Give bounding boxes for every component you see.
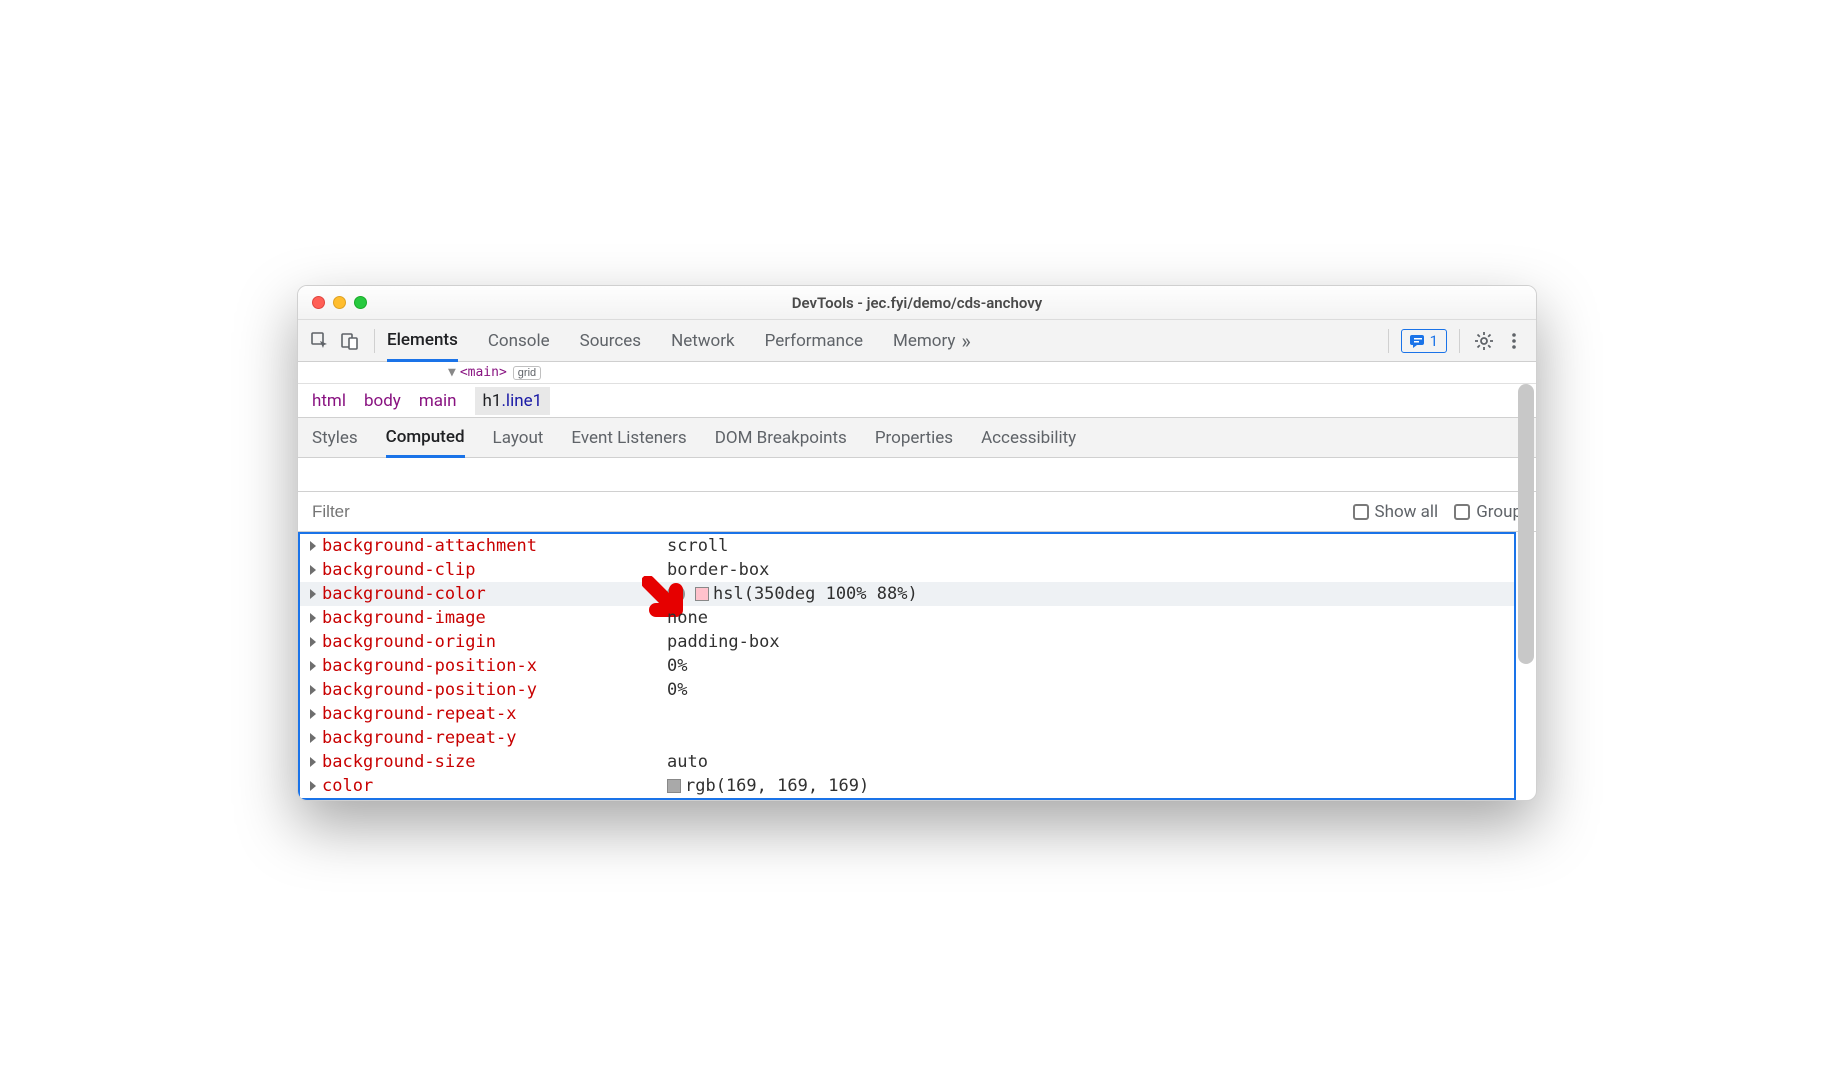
more-tabs-icon[interactable]: » (961, 320, 970, 361)
property-value: 0% (667, 656, 687, 676)
titlebar: DevTools - jec.fyi/demo/cds-anchovy (298, 286, 1536, 320)
kebab-icon[interactable] (1502, 329, 1526, 353)
property-name: background-repeat-x (322, 704, 667, 724)
computed-property-row[interactable]: background-repeat-x (300, 702, 1514, 726)
tab-memory[interactable]: Memory (893, 320, 955, 361)
checkbox-icon (1454, 504, 1470, 520)
expand-triangle-icon[interactable] (310, 541, 316, 551)
tab-performance[interactable]: Performance (765, 320, 863, 361)
device-toggle-icon[interactable] (338, 329, 362, 353)
show-all-checkbox[interactable]: Show all (1353, 502, 1439, 522)
subtab-accessibility[interactable]: Accessibility (981, 418, 1076, 457)
subtab-computed[interactable]: Computed (386, 419, 465, 458)
tab-network[interactable]: Network (671, 320, 735, 361)
goto-source-icon[interactable] (667, 585, 685, 603)
property-name: color (322, 776, 667, 796)
expand-triangle-icon[interactable] (310, 613, 316, 623)
issues-count: 1 (1430, 332, 1438, 350)
property-name: background-attachment (322, 536, 667, 556)
computed-property-row[interactable]: background-imagenone (300, 606, 1514, 630)
computed-property-row[interactable]: background-attachmentscroll (300, 534, 1514, 558)
expand-triangle-icon[interactable] (310, 733, 316, 743)
subpanel-spacer (298, 458, 1536, 492)
property-value: hsl(350deg 100% 88%) (667, 584, 918, 604)
tab-elements[interactable]: Elements (387, 321, 458, 362)
breadcrumb-item-selected[interactable]: h1.line1 (475, 387, 551, 415)
toolbar-divider (1388, 329, 1389, 353)
tag-name: main (468, 365, 499, 380)
computed-property-row[interactable]: background-originpadding-box (300, 630, 1514, 654)
computed-property-row[interactable]: background-repeat-y (300, 726, 1514, 750)
computed-property-row[interactable]: background-colorhsl(350deg 100% 88%) (300, 582, 1514, 606)
expand-triangle-icon[interactable] (310, 709, 316, 719)
property-name: background-origin (322, 632, 667, 652)
minimize-icon[interactable] (333, 296, 346, 309)
expand-triangle-icon[interactable] (310, 781, 316, 791)
property-value: rgb(169, 169, 169) (667, 776, 869, 796)
breadcrumb-item[interactable]: main (419, 391, 457, 411)
zoom-icon[interactable] (354, 296, 367, 309)
expand-triangle-icon[interactable] (310, 637, 316, 647)
property-value: 0% (667, 680, 687, 700)
subtab-properties[interactable]: Properties (875, 418, 953, 457)
inspect-icon[interactable] (308, 329, 332, 353)
expand-triangle-icon[interactable] (310, 661, 316, 671)
expand-triangle-icon[interactable] (310, 757, 316, 767)
computed-properties-panel: background-attachmentscrollbackground-cl… (298, 532, 1516, 800)
computed-property-row[interactable]: background-sizeauto (300, 750, 1514, 774)
elements-tree-row[interactable]: ▼ <main> grid (298, 362, 1536, 384)
expand-triangle-icon[interactable] (310, 685, 316, 695)
property-name: background-clip (322, 560, 667, 580)
filter-row: Show all Group (298, 492, 1536, 532)
subtab-event-listeners[interactable]: Event Listeners (571, 418, 686, 457)
computed-property-row[interactable]: background-position-y0% (300, 678, 1514, 702)
property-value: none (667, 608, 708, 628)
expand-caret-icon[interactable]: ▼ (448, 365, 456, 380)
panel-tabs: Elements Console Sources Network Perform… (387, 320, 955, 361)
breadcrumb-item[interactable]: body (364, 391, 401, 411)
property-name: background-repeat-y (322, 728, 667, 748)
property-value: border-box (667, 560, 769, 580)
computed-property-row[interactable]: colorrgb(169, 169, 169) (300, 774, 1514, 798)
expand-triangle-icon[interactable] (310, 589, 316, 599)
scrollbar[interactable] (1518, 384, 1534, 664)
property-name: background-position-y (322, 680, 667, 700)
color-swatch-icon[interactable] (667, 779, 681, 793)
sidepanel-tabs: Styles Computed Layout Event Listeners D… (298, 418, 1536, 458)
color-swatch-icon[interactable] (695, 587, 709, 601)
property-name: background-image (322, 608, 667, 628)
tab-console[interactable]: Console (488, 320, 550, 361)
property-value: padding-box (667, 632, 780, 652)
subtab-layout[interactable]: Layout (493, 418, 544, 457)
breadcrumb-item[interactable]: html (312, 391, 346, 411)
property-value: scroll (667, 536, 728, 556)
devtools-window: DevTools - jec.fyi/demo/cds-anchovy Elem… (297, 285, 1537, 801)
toolbar-divider (1459, 329, 1460, 353)
main-toolbar: Elements Console Sources Network Perform… (298, 320, 1536, 362)
subtab-dom-breakpoints[interactable]: DOM Breakpoints (715, 418, 847, 457)
checkbox-icon (1353, 504, 1369, 520)
property-name: background-color (322, 584, 667, 604)
traffic-lights (312, 296, 367, 309)
computed-property-row[interactable]: background-clipborder-box (300, 558, 1514, 582)
close-icon[interactable] (312, 296, 325, 309)
property-name: background-position-x (322, 656, 667, 676)
property-value: auto (667, 752, 708, 772)
expand-triangle-icon[interactable] (310, 565, 316, 575)
issues-badge[interactable]: 1 (1401, 329, 1447, 353)
tab-sources[interactable]: Sources (580, 320, 641, 361)
filter-input[interactable] (312, 502, 1337, 522)
computed-property-row[interactable]: background-position-x0% (300, 654, 1514, 678)
grid-badge[interactable]: grid (513, 366, 541, 380)
subtab-styles[interactable]: Styles (312, 418, 358, 457)
group-checkbox[interactable]: Group (1454, 502, 1522, 522)
window-title: DevTools - jec.fyi/demo/cds-anchovy (298, 294, 1536, 312)
toolbar-divider (374, 329, 375, 353)
breadcrumbs: html body main h1.line1 (298, 384, 1536, 418)
property-name: background-size (322, 752, 667, 772)
gear-icon[interactable] (1472, 329, 1496, 353)
